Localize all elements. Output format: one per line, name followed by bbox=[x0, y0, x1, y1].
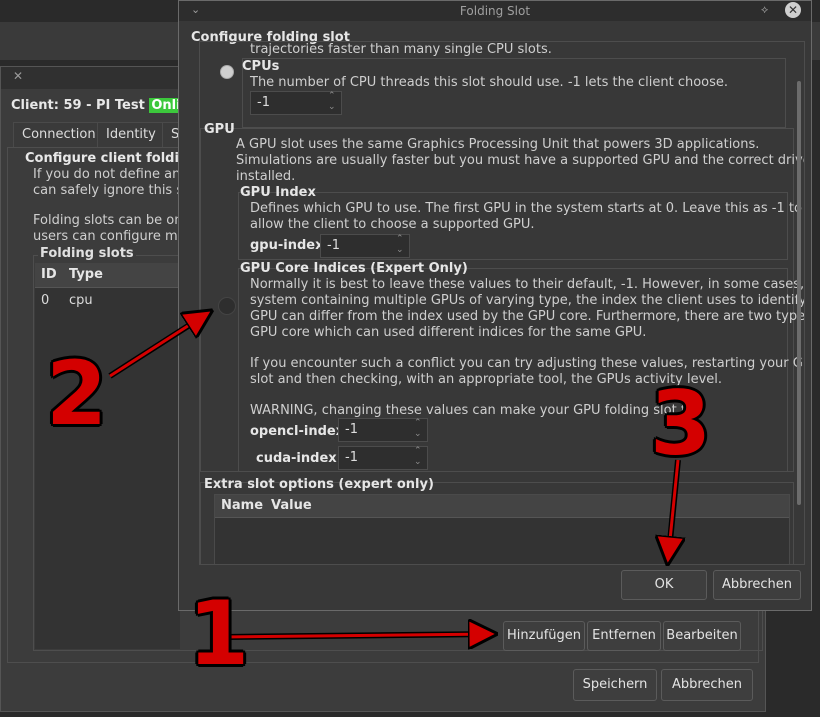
cuda-spin-down-icon[interactable]: ⌄ bbox=[414, 457, 422, 468]
folding-slots-title: Folding slots bbox=[38, 246, 136, 261]
extra-options-table[interactable]: Name Value bbox=[214, 494, 790, 564]
annotation-number-two: 2 bbox=[46, 342, 108, 445]
cuda-spin-up-icon[interactable]: ⌃ bbox=[414, 446, 422, 457]
column-header-id[interactable]: ID bbox=[41, 267, 57, 282]
opencl-spin-down-icon[interactable]: ⌄ bbox=[414, 429, 422, 440]
cpu-partial-text: trajectories faster than many single CPU… bbox=[250, 42, 552, 57]
intro-text-2: Folding slots can be one users can confi… bbox=[33, 213, 191, 244]
slot-settings-scroll-area[interactable]: trajectories faster than many single CPU… bbox=[199, 41, 805, 565]
column-header-name[interactable]: Name bbox=[221, 498, 263, 513]
column-header-type[interactable]: Type bbox=[69, 267, 103, 282]
annotation-number-one: 1 bbox=[188, 582, 250, 685]
gpu-radio[interactable] bbox=[218, 297, 236, 315]
save-button[interactable]: Speichern bbox=[573, 669, 657, 701]
back-cancel-button[interactable]: Abbrechen bbox=[661, 669, 753, 701]
cpus-description: The number of CPU threads this slot shou… bbox=[250, 75, 729, 90]
section-title: Configure client folding bbox=[25, 151, 198, 166]
cpus-spin-up-icon[interactable]: ⌃ bbox=[328, 91, 336, 102]
gpu-description: A GPU slot uses the same Graphics Proces… bbox=[236, 137, 805, 184]
pin-icon[interactable]: ⟡ bbox=[761, 3, 768, 17]
gpu-index-label: gpu-index bbox=[250, 238, 324, 253]
annotation-number-three: 3 bbox=[650, 372, 712, 475]
opencl-index-value: -1 bbox=[345, 422, 358, 437]
gpu-core-indices-title: GPU Core Indices (Expert Only) bbox=[240, 261, 468, 276]
slot-id: 0 bbox=[41, 293, 50, 308]
extra-table-header: Name Value bbox=[215, 495, 789, 518]
tab-identity[interactable]: Identity bbox=[97, 122, 165, 147]
cpu-radio[interactable] bbox=[220, 65, 234, 79]
tab-connection[interactable]: Connection bbox=[13, 122, 105, 147]
cancel-button[interactable]: Abbrechen bbox=[713, 570, 801, 600]
client-header: Client: 59 - PI Test Online bbox=[11, 98, 201, 113]
cpus-spin-down-icon[interactable]: ⌄ bbox=[328, 102, 336, 113]
gpu-conflict-text: If you encounter such a conflict you can… bbox=[250, 356, 805, 387]
gpu-index-spin-down-icon[interactable]: ⌄ bbox=[396, 245, 404, 256]
opencl-spin-up-icon[interactable]: ⌃ bbox=[414, 418, 422, 429]
gpu-index-spin-up-icon[interactable]: ⌃ bbox=[396, 234, 404, 245]
cuda-index-value: -1 bbox=[345, 450, 358, 465]
opencl-index-label: opencl-index bbox=[250, 424, 345, 439]
dialog-scrollbar[interactable] bbox=[797, 81, 801, 505]
edit-slot-button[interactable]: Bearbeiten bbox=[663, 621, 741, 651]
desktop-panel bbox=[0, 22, 182, 60]
gpu-index-title: GPU Index bbox=[240, 185, 316, 200]
table-row[interactable]: 0 cpu bbox=[35, 289, 180, 311]
window-menu-icon[interactable]: ✕ bbox=[13, 69, 23, 83]
folding-slot-dialog: ⌄ Folding Slot ⟡ ✕ Configure folding slo… bbox=[178, 0, 812, 611]
column-header-value[interactable]: Value bbox=[271, 498, 312, 513]
gpu-core-indices-text: Normally it is best to leave these value… bbox=[250, 277, 805, 340]
gpu-warning-text: WARNING, changing these values can make … bbox=[250, 403, 701, 418]
intro-text: If you do not define any can safely igno… bbox=[33, 167, 192, 198]
ok-button[interactable]: OK bbox=[621, 570, 707, 600]
gpu-index-description: Defines which GPU to use. The first GPU … bbox=[250, 201, 802, 232]
folding-slots-table[interactable]: ID Type 0 cpu bbox=[35, 263, 180, 649]
dialog-title: Folding Slot bbox=[459, 4, 531, 18]
extra-options-title: Extra slot options (expert only) bbox=[204, 477, 434, 492]
cuda-index-label: cuda-index bbox=[256, 451, 337, 466]
gpu-title: GPU bbox=[204, 122, 235, 137]
remove-slot-button[interactable]: Entfernen bbox=[587, 621, 661, 651]
slot-type: cpu bbox=[69, 293, 93, 308]
gpu-index-value: -1 bbox=[327, 238, 340, 253]
table-header: ID Type bbox=[35, 263, 180, 288]
add-slot-button[interactable]: Hinzufügen bbox=[503, 621, 585, 651]
dialog-titlebar[interactable]: ⌄ Folding Slot ⟡ ✕ bbox=[179, 1, 811, 21]
cpus-value: -1 bbox=[257, 95, 270, 110]
cpus-title: CPUs bbox=[242, 59, 280, 74]
close-icon[interactable]: ✕ bbox=[785, 2, 801, 18]
client-name: Client: 59 - PI Test bbox=[11, 98, 145, 113]
